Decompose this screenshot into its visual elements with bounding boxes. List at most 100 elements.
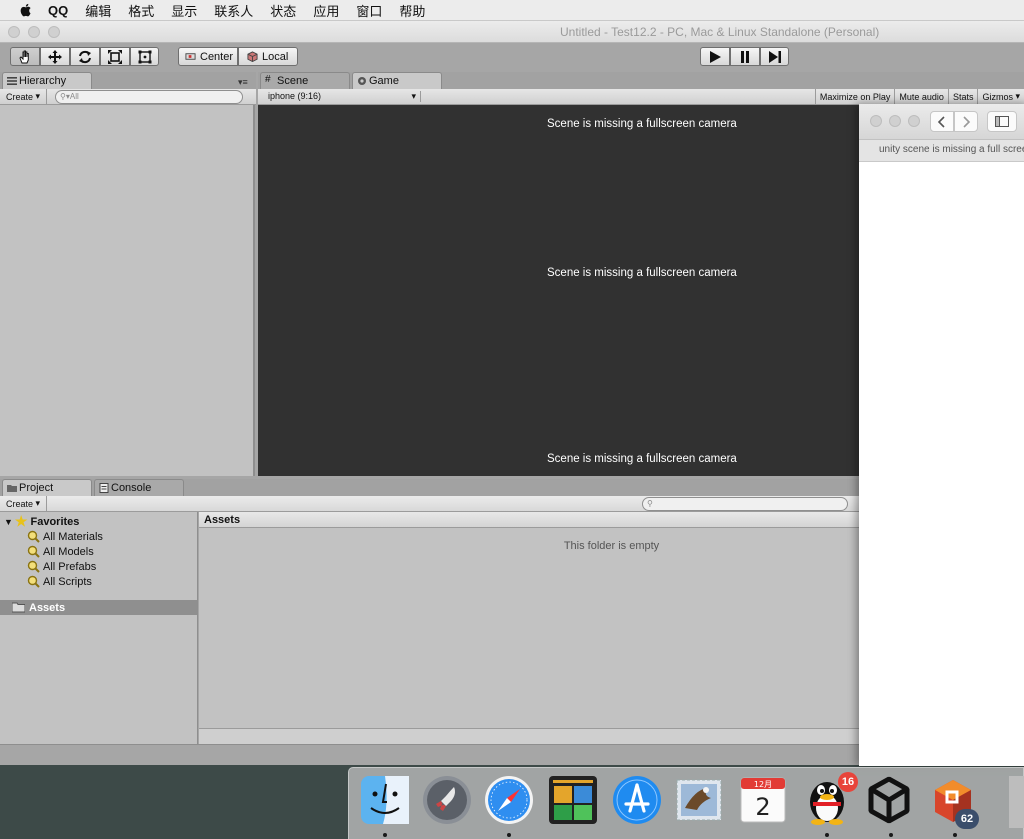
console-tab-label: Console [111, 482, 152, 494]
favorite-item[interactable]: All Materials [27, 529, 103, 544]
sidebar-icon [995, 116, 1009, 127]
menu-help[interactable]: 帮助 [399, 1, 425, 20]
forward-button[interactable] [954, 111, 978, 132]
tab-scene[interactable]: # Scene [260, 72, 350, 89]
sidebar-button[interactable] [987, 111, 1017, 132]
finder-icon[interactable] [359, 774, 411, 826]
unity-icon[interactable] [863, 774, 915, 826]
project-search-input[interactable]: ⚲ [642, 496, 848, 511]
hierarchy-create-button[interactable]: Create ▾ [0, 88, 48, 105]
tab-hierarchy[interactable]: Hierarchy [2, 72, 92, 89]
console-icon [99, 483, 109, 493]
minimize-window-button[interactable] [28, 26, 40, 38]
move-tool-button[interactable] [40, 47, 70, 66]
favorite-item[interactable]: All Prefabs [27, 559, 96, 574]
safari-minimize-button[interactable] [889, 115, 901, 127]
play-button[interactable] [700, 47, 730, 66]
favorites-node[interactable]: ▼ ★ Favorites [4, 513, 80, 529]
aspect-label: iphone (9:16) [268, 91, 322, 101]
rotate-tool-button[interactable] [70, 47, 100, 66]
search-icon: ⚲▾ [60, 92, 70, 101]
safari-icon[interactable] [483, 774, 535, 826]
menu-view[interactable]: 显示 [171, 1, 197, 20]
folder-icon [7, 485, 17, 492]
calendar-icon[interactable]: 12月 2 [737, 774, 789, 826]
hand-icon [19, 50, 29, 63]
tab-game[interactable]: Game [352, 72, 442, 89]
running-indicator [825, 833, 829, 837]
stats-toggle[interactable]: Stats [947, 88, 978, 105]
menu-apps[interactable]: 应用 [313, 1, 339, 20]
chevron-left-icon [937, 115, 945, 128]
assets-footer [199, 728, 859, 744]
assets-content[interactable]: This folder is empty [199, 528, 859, 728]
pivot-center-button[interactable]: Center [178, 47, 238, 66]
zoom-window-button[interactable] [48, 26, 60, 38]
apple-icon[interactable] [18, 2, 34, 18]
hierarchy-body[interactable] [0, 105, 255, 476]
favorite-item[interactable]: All Scripts [27, 574, 92, 589]
favorite-item[interactable]: All Models [27, 544, 94, 559]
close-window-button[interactable] [8, 26, 20, 38]
search-filter-icon [27, 575, 40, 588]
gizmos-dropdown[interactable]: Gizmos ▾ [977, 88, 1024, 105]
search-filter-icon [27, 530, 40, 543]
pause-button[interactable] [730, 47, 760, 66]
cube-icon [247, 51, 258, 62]
hierarchy-create-label: Create [6, 91, 34, 102]
step-icon [768, 50, 781, 63]
project-tree: ▼ ★ Favorites All Materials All Models A… [0, 512, 198, 744]
pivot-icon [185, 53, 196, 60]
safari-tab[interactable]: unity scene is missing a full screen cam… [859, 140, 1024, 162]
calendar-month: 12月 [754, 780, 772, 789]
scale-icon [108, 49, 122, 64]
favorites-label: Favorites [30, 515, 80, 528]
menu-status[interactable]: 状态 [270, 1, 296, 20]
mail-icon[interactable] [673, 774, 725, 826]
folder-icon [12, 602, 25, 613]
safari-close-button[interactable] [870, 115, 882, 127]
dock-trash-edge[interactable] [1009, 776, 1024, 828]
window-title: Untitled - Test12.2 - PC, Mac & Linux St… [560, 25, 880, 39]
menu-bar: QQ 编辑 格式 显示 联系人 状态 应用 窗口 帮助 [0, 0, 1024, 21]
project-create-button[interactable]: Create ▾ [0, 495, 48, 512]
launchpad-icon[interactable] [421, 774, 473, 826]
scene-game-tabstrip: # Scene Game [258, 72, 1024, 89]
qq-notification-badge: 16 [838, 772, 858, 792]
scale-tool-button[interactable] [100, 47, 130, 66]
gizmos-label: Gizmos [982, 91, 1013, 102]
hand-tool-button[interactable] [10, 47, 40, 66]
maximize-on-play-toggle[interactable]: Maximize on Play [814, 88, 895, 105]
hierarchy-search-input[interactable]: ⚲▾ All [55, 89, 244, 104]
pause-icon [741, 50, 749, 63]
menu-window[interactable]: 窗口 [356, 1, 382, 20]
menu-contacts[interactable]: 联系人 [214, 1, 253, 20]
back-button[interactable] [930, 111, 954, 132]
game-view-bar: iphone (9:16) ▾ Maximize on Play Mute aud… [258, 88, 1024, 105]
hierarchy-tab-label: Hierarchy [19, 75, 67, 87]
menu-edit[interactable]: 编辑 [85, 1, 111, 20]
mute-audio-toggle[interactable]: Mute audio [894, 88, 948, 105]
app-store-icon[interactable] [611, 774, 663, 826]
grid-icon: # [265, 74, 271, 85]
pivot-local-button[interactable]: Local [238, 47, 298, 66]
game-icon [358, 77, 366, 85]
photo-booth-icon[interactable] [547, 774, 599, 826]
menu-qq[interactable]: QQ [48, 3, 68, 18]
search-filter-icon [27, 560, 40, 573]
safari-zoom-button[interactable] [908, 115, 920, 127]
hierarchy-subbar: Create ▾ ⚲▾ All [0, 88, 256, 105]
panel-menu-icon[interactable]: ▾≡ [238, 77, 248, 88]
step-button[interactable] [760, 47, 789, 66]
tab-project[interactable]: Project [2, 479, 92, 496]
expand-arrow-icon: ▼ [4, 516, 13, 527]
menu-format[interactable]: 格式 [128, 1, 154, 20]
tab-console[interactable]: Console [94, 479, 184, 496]
aspect-dropdown[interactable]: iphone (9:16) ▾ [258, 91, 421, 102]
assets-folder-label: Assets [29, 601, 66, 614]
assets-breadcrumb[interactable]: Assets [199, 512, 859, 528]
play-icon [710, 50, 721, 63]
rect-icon [138, 50, 151, 63]
assets-folder-node[interactable]: Assets [0, 600, 197, 615]
rect-tool-button[interactable] [130, 47, 159, 66]
